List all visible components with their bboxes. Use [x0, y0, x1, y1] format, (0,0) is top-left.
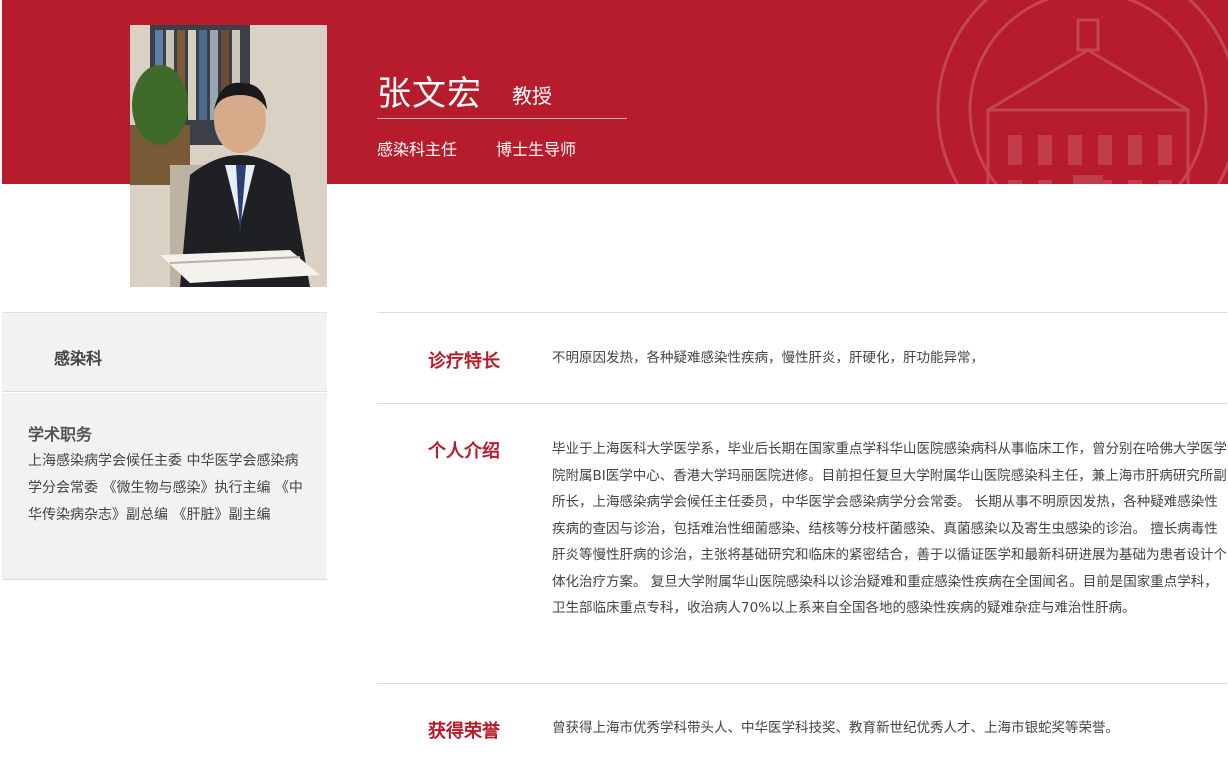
intro-label: 个人介绍 — [428, 441, 500, 462]
section-divider — [377, 312, 1227, 313]
academic-duties-heading: 学术职务 — [28, 425, 93, 444]
doctor-academic-title: 教授 — [512, 84, 552, 108]
academic-duties-panel: 学术职务 上海感染病学会候任主委 中华医学会感染病学分会常委 《微生物与感染》执… — [2, 393, 327, 580]
specialty-text: 不明原因发热，各种疑难感染性疾病，慢性肝炎，肝硬化，肝功能异常， — [552, 350, 984, 366]
department-panel: 感染科 — [2, 312, 327, 392]
honors-label: 获得荣誉 — [428, 721, 500, 742]
doctor-role-supervisor: 博士生导师 — [496, 140, 577, 159]
specialty-label: 诊疗特长 — [428, 351, 500, 372]
intro-text: 毕业于上海医科大学医学系，毕业后长期在国家重点学科华山医院感染病科从事临床工作，… — [552, 441, 1227, 616]
department-name[interactable]: 感染科 — [54, 345, 102, 369]
honors-text: 曾获得上海市优秀学科带头人、中华医学科技奖、教育新世纪优秀人才、上海市银蛇奖等荣… — [552, 720, 1119, 736]
section-divider — [377, 403, 1227, 404]
header-divider — [377, 118, 627, 119]
hospital-seal-watermark — [936, 0, 1228, 184]
academic-duties-text: 上海感染病学会候任主委 中华医学会感染病学分会常委 《微生物与感染》执行主编 《… — [28, 453, 303, 523]
section-divider — [377, 683, 1227, 684]
doctor-name: 张文宏 — [377, 74, 482, 114]
doctor-role-director: 感染科主任 — [377, 140, 458, 159]
doctor-portrait — [130, 25, 327, 287]
